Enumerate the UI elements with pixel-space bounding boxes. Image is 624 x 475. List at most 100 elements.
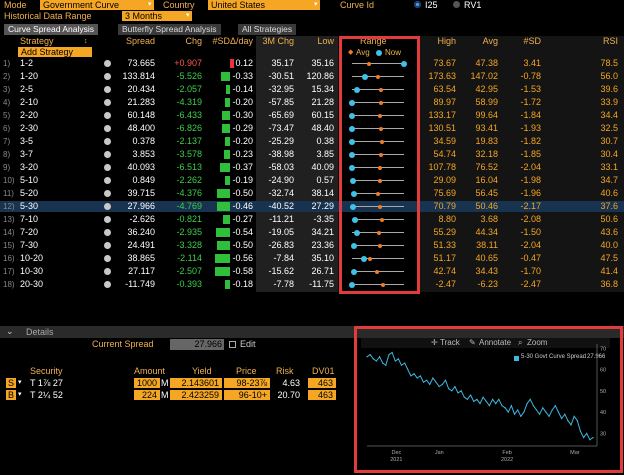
tab-all-strategies[interactable]: All Strategies <box>238 24 297 35</box>
table-row[interactable]: 8) 3-7 3.853 -3.578 -0.23 -38.98 3.85 54.74 32.1… <box>0 149 624 160</box>
low-value: 27.29 <box>311 201 334 211</box>
hist-range-select[interactable]: 3 Months <box>122 11 192 21</box>
strategy-name[interactable]: 7-10 <box>20 214 38 225</box>
leg-side-select[interactable]: S <box>6 378 16 388</box>
strategy-name[interactable]: 3-7 <box>20 149 33 160</box>
chart-launch-icon[interactable] <box>104 229 111 236</box>
table-row[interactable]: 12) 5-30 27.966 -4.769 -0.46 -40.52 27.29 70.79… <box>0 201 624 212</box>
col-chg[interactable]: Chg <box>165 36 202 47</box>
strategy-name[interactable]: 5-10 <box>20 175 38 186</box>
leg-dv01-input[interactable]: 463 <box>308 378 336 388</box>
table-row[interactable]: 7) 3-5 0.378 -2.137 -0.20 -25.29 0.38 34.59 19.8… <box>0 136 624 147</box>
avg-value: 44.34 <box>475 227 498 237</box>
table-row[interactable]: 1) 1-2 73.665 +0.907 0.12 35.17 35.16 73.67 47.3… <box>0 58 624 69</box>
collapse-chevron-icon[interactable]: ⌄ <box>6 326 14 337</box>
country-select[interactable]: United States <box>208 0 320 10</box>
add-strategy-button[interactable]: Add Strategy <box>18 47 92 57</box>
edit-checkbox[interactable] <box>229 341 236 348</box>
avg-value: 47.38 <box>475 58 498 68</box>
chart-launch-icon[interactable] <box>104 60 111 67</box>
mode-chevron-icon[interactable]: ▾ <box>148 0 152 8</box>
table-row[interactable]: 13) 7-10 -2.626 -0.821 -0.27 -11.21 -3.35 8.80 3… <box>0 214 624 225</box>
chart-launch-icon[interactable] <box>104 86 111 93</box>
country-chevron-icon[interactable]: ▾ <box>314 0 318 8</box>
col-rsi[interactable]: RSI <box>580 36 618 47</box>
chart-launch-icon[interactable] <box>104 99 111 106</box>
leg-side-chevron-icon[interactable]: ▾ <box>18 378 22 386</box>
chart-launch-icon[interactable] <box>104 151 111 158</box>
leg-security[interactable]: T 1⅞ 27 <box>30 378 63 388</box>
col-avg[interactable]: Avg <box>462 36 498 47</box>
strategy-name[interactable]: 2-10 <box>20 97 38 108</box>
table-row[interactable]: 4) 2-10 21.283 -4.319 -0.20 -57.85 21.28 89.97 5… <box>0 97 624 108</box>
leg-security[interactable]: T 2¼ 52 <box>30 390 63 400</box>
table-row[interactable]: 15) 7-30 24.491 -3.328 -0.50 -26.83 23.36 51.33… <box>0 240 624 251</box>
chart-launch-icon[interactable] <box>104 112 111 119</box>
leg-price-input[interactable]: 98-23⅞ <box>224 378 270 388</box>
leg-dv01-input[interactable]: 463 <box>308 390 336 400</box>
strategy-name[interactable]: 10-20 <box>20 253 43 264</box>
table-row[interactable]: 16) 10-20 38.865 -2.114 -0.56 -7.84 35.10 51.17… <box>0 253 624 264</box>
table-row[interactable]: 14) 7-20 36.240 -2.935 -0.54 -19.05 34.21 55.29… <box>0 227 624 238</box>
tab-curve-spread[interactable]: Curve Spread Analysis <box>4 24 98 35</box>
radio-i25-icon[interactable] <box>414 1 421 8</box>
strategy-name[interactable]: 5-20 <box>20 188 38 199</box>
leg-amount-input[interactable]: 1000 <box>134 378 160 388</box>
strategy-name[interactable]: 5-30 <box>20 201 38 212</box>
chart-launch-icon[interactable] <box>104 203 111 210</box>
table-row[interactable]: 17) 10-30 27.117 -2.507 -0.58 -15.62 26.71 42.7… <box>0 266 624 277</box>
leg-amount-input[interactable]: 224 <box>134 390 160 400</box>
chart-launch-icon[interactable] <box>104 125 111 132</box>
chart-launch-icon[interactable] <box>104 138 111 145</box>
table-row[interactable]: 2) 1-20 133.814 -5.526 -0.33 -30.51 120.86 173.… <box>0 71 624 82</box>
strategy-name[interactable]: 1-2 <box>20 58 33 69</box>
strategy-name[interactable]: 7-30 <box>20 240 38 251</box>
table-row[interactable]: 18) 20-30 -11.749 -0.393 -0.18 -7.78 -11.75 -2.… <box>0 279 624 290</box>
strategy-name[interactable]: 20-30 <box>20 279 43 290</box>
leg-price-input[interactable]: 96-10+ <box>224 390 270 400</box>
radio-rv1-icon[interactable] <box>453 1 460 8</box>
chart-launch-icon[interactable] <box>104 242 111 249</box>
leg-side-select[interactable]: B <box>6 390 16 400</box>
sd-day-value: -0.37 <box>232 162 253 172</box>
strategy-name[interactable]: 3-20 <box>20 162 38 173</box>
table-row[interactable]: 10) 5-10 0.849 -2.262 -0.19 -24.90 0.57 29.09 16… <box>0 175 624 186</box>
mode-select[interactable]: Government Curve <box>40 0 154 10</box>
sort-icon[interactable]: ↕ <box>84 36 88 47</box>
col-spread[interactable]: Spread <box>115 36 155 47</box>
leg-side-chevron-icon[interactable]: ▾ <box>18 390 22 398</box>
leg-yield-input[interactable]: 2.423259 <box>170 390 222 400</box>
chart-launch-icon[interactable] <box>104 177 111 184</box>
tab-butterfly-spread[interactable]: Butterfly Spread Analysis <box>118 24 221 35</box>
strategy-name[interactable]: 3-5 <box>20 136 33 147</box>
avg-value: 58.99 <box>475 97 498 107</box>
col-strategy[interactable]: Strategy <box>20 36 54 47</box>
col-3m-chg[interactable]: 3M Chg <box>258 36 294 47</box>
chart-launch-icon[interactable] <box>104 281 111 288</box>
sd-day-bar <box>216 189 230 198</box>
table-row[interactable]: 11) 5-20 39.715 -4.376 -0.50 -32.74 38.14 75.69… <box>0 188 624 199</box>
table-row[interactable]: 3) 2-5 20.434 -2.057 -0.14 -32.95 15.34 63.54 42… <box>0 84 624 95</box>
strategy-name[interactable]: 2-30 <box>20 123 38 134</box>
col-low[interactable]: Low <box>298 36 334 47</box>
strategy-name[interactable]: 10-30 <box>20 266 43 277</box>
strategy-name[interactable]: 7-20 <box>20 227 38 238</box>
col-sd[interactable]: #SD <box>505 36 541 47</box>
chart-launch-icon[interactable] <box>104 164 111 171</box>
chart-launch-icon[interactable] <box>104 268 111 275</box>
col-sd-day[interactable]: #SDΔ/day <box>205 36 253 47</box>
chart-launch-icon[interactable] <box>104 216 111 223</box>
leg-yield-input[interactable]: 2.143601 <box>170 378 222 388</box>
chart-launch-icon[interactable] <box>104 73 111 80</box>
chart-launch-icon[interactable] <box>104 255 111 262</box>
table-row[interactable]: 5) 2-20 60.148 -6.433 -0.30 -65.69 60.15 133.17… <box>0 110 624 121</box>
table-row[interactable]: 9) 3-20 40.093 -6.513 -0.37 -58.03 40.09 107.78… <box>0 162 624 173</box>
strategy-name[interactable]: 2-20 <box>20 110 38 121</box>
hist-chevron-icon[interactable]: ▾ <box>186 11 190 19</box>
table-row[interactable]: 6) 2-30 48.400 -6.826 -0.29 -73.47 48.40 130.51… <box>0 123 624 134</box>
strategy-name[interactable]: 2-5 <box>20 84 33 95</box>
radio-rv1-label: RV1 <box>464 0 482 10</box>
chart-launch-icon[interactable] <box>104 190 111 197</box>
strategy-name[interactable]: 1-20 <box>20 71 38 82</box>
col-high[interactable]: High <box>420 36 456 47</box>
